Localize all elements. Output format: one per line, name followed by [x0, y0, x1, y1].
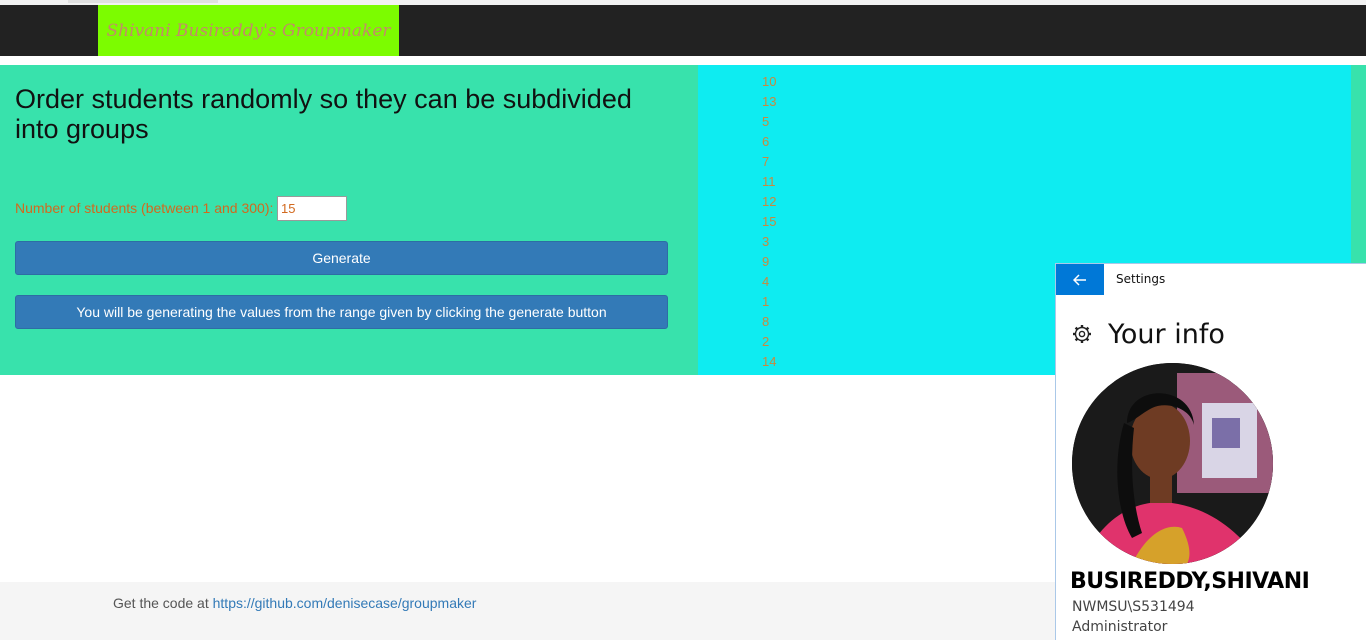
- browser-tab-edge: [68, 0, 218, 3]
- back-button[interactable]: [1056, 264, 1104, 295]
- result-number: 6: [762, 134, 770, 149]
- result-number: 3: [762, 234, 770, 249]
- github-link[interactable]: https://github.com/denisecase/groupmaker: [213, 595, 477, 611]
- navbar: Shivani Busireddy's Groupmaker: [0, 5, 1366, 56]
- page-title: Order students randomly so they can be s…: [15, 84, 632, 144]
- settings-window: Settings Your info BUSIREDDY,SHIVANI NWM…: [1055, 263, 1366, 640]
- result-number: 11: [762, 174, 776, 189]
- settings-titlebar: Settings: [1056, 264, 1366, 295]
- user-role: Administrator: [1072, 619, 1168, 635]
- result-number: 14: [762, 354, 777, 369]
- your-info-heading: Your info: [1108, 319, 1225, 350]
- info-button[interactable]: You will be generating the values from t…: [15, 295, 668, 329]
- result-number: 15: [762, 214, 777, 229]
- brand-title[interactable]: Shivani Busireddy's Groupmaker: [98, 5, 399, 56]
- settings-title: Settings: [1116, 272, 1166, 286]
- result-number: 2: [762, 334, 770, 349]
- footer-text: Get the code at https://github.com/denis…: [113, 595, 476, 611]
- result-number: 9: [762, 254, 770, 269]
- footer-prefix: Get the code at: [113, 595, 209, 611]
- result-number: 4: [762, 274, 770, 289]
- result-number: 8: [762, 314, 770, 329]
- result-number: 7: [762, 154, 770, 169]
- result-list: 10 13 5 6 7 11 12 15 3 9 4 1 8 2 14: [762, 72, 776, 372]
- avatar: [1072, 363, 1273, 564]
- result-number: 10: [762, 74, 777, 89]
- gear-icon: [1073, 325, 1091, 343]
- user-name: BUSIREDDY,SHIVANI: [1070, 569, 1310, 594]
- student-count-input[interactable]: [277, 196, 347, 221]
- result-number: 13: [762, 94, 777, 109]
- result-number: 1: [762, 294, 770, 309]
- result-number: 5: [762, 114, 770, 129]
- result-number: 12: [762, 194, 777, 209]
- generate-button[interactable]: Generate: [15, 241, 668, 275]
- user-account: NWMSU\S531494: [1072, 599, 1195, 615]
- back-arrow-icon: [1073, 273, 1086, 286]
- form-panel: Order students randomly so they can be s…: [0, 65, 698, 375]
- student-count-label: Number of students (between 1 and 300):: [15, 200, 274, 216]
